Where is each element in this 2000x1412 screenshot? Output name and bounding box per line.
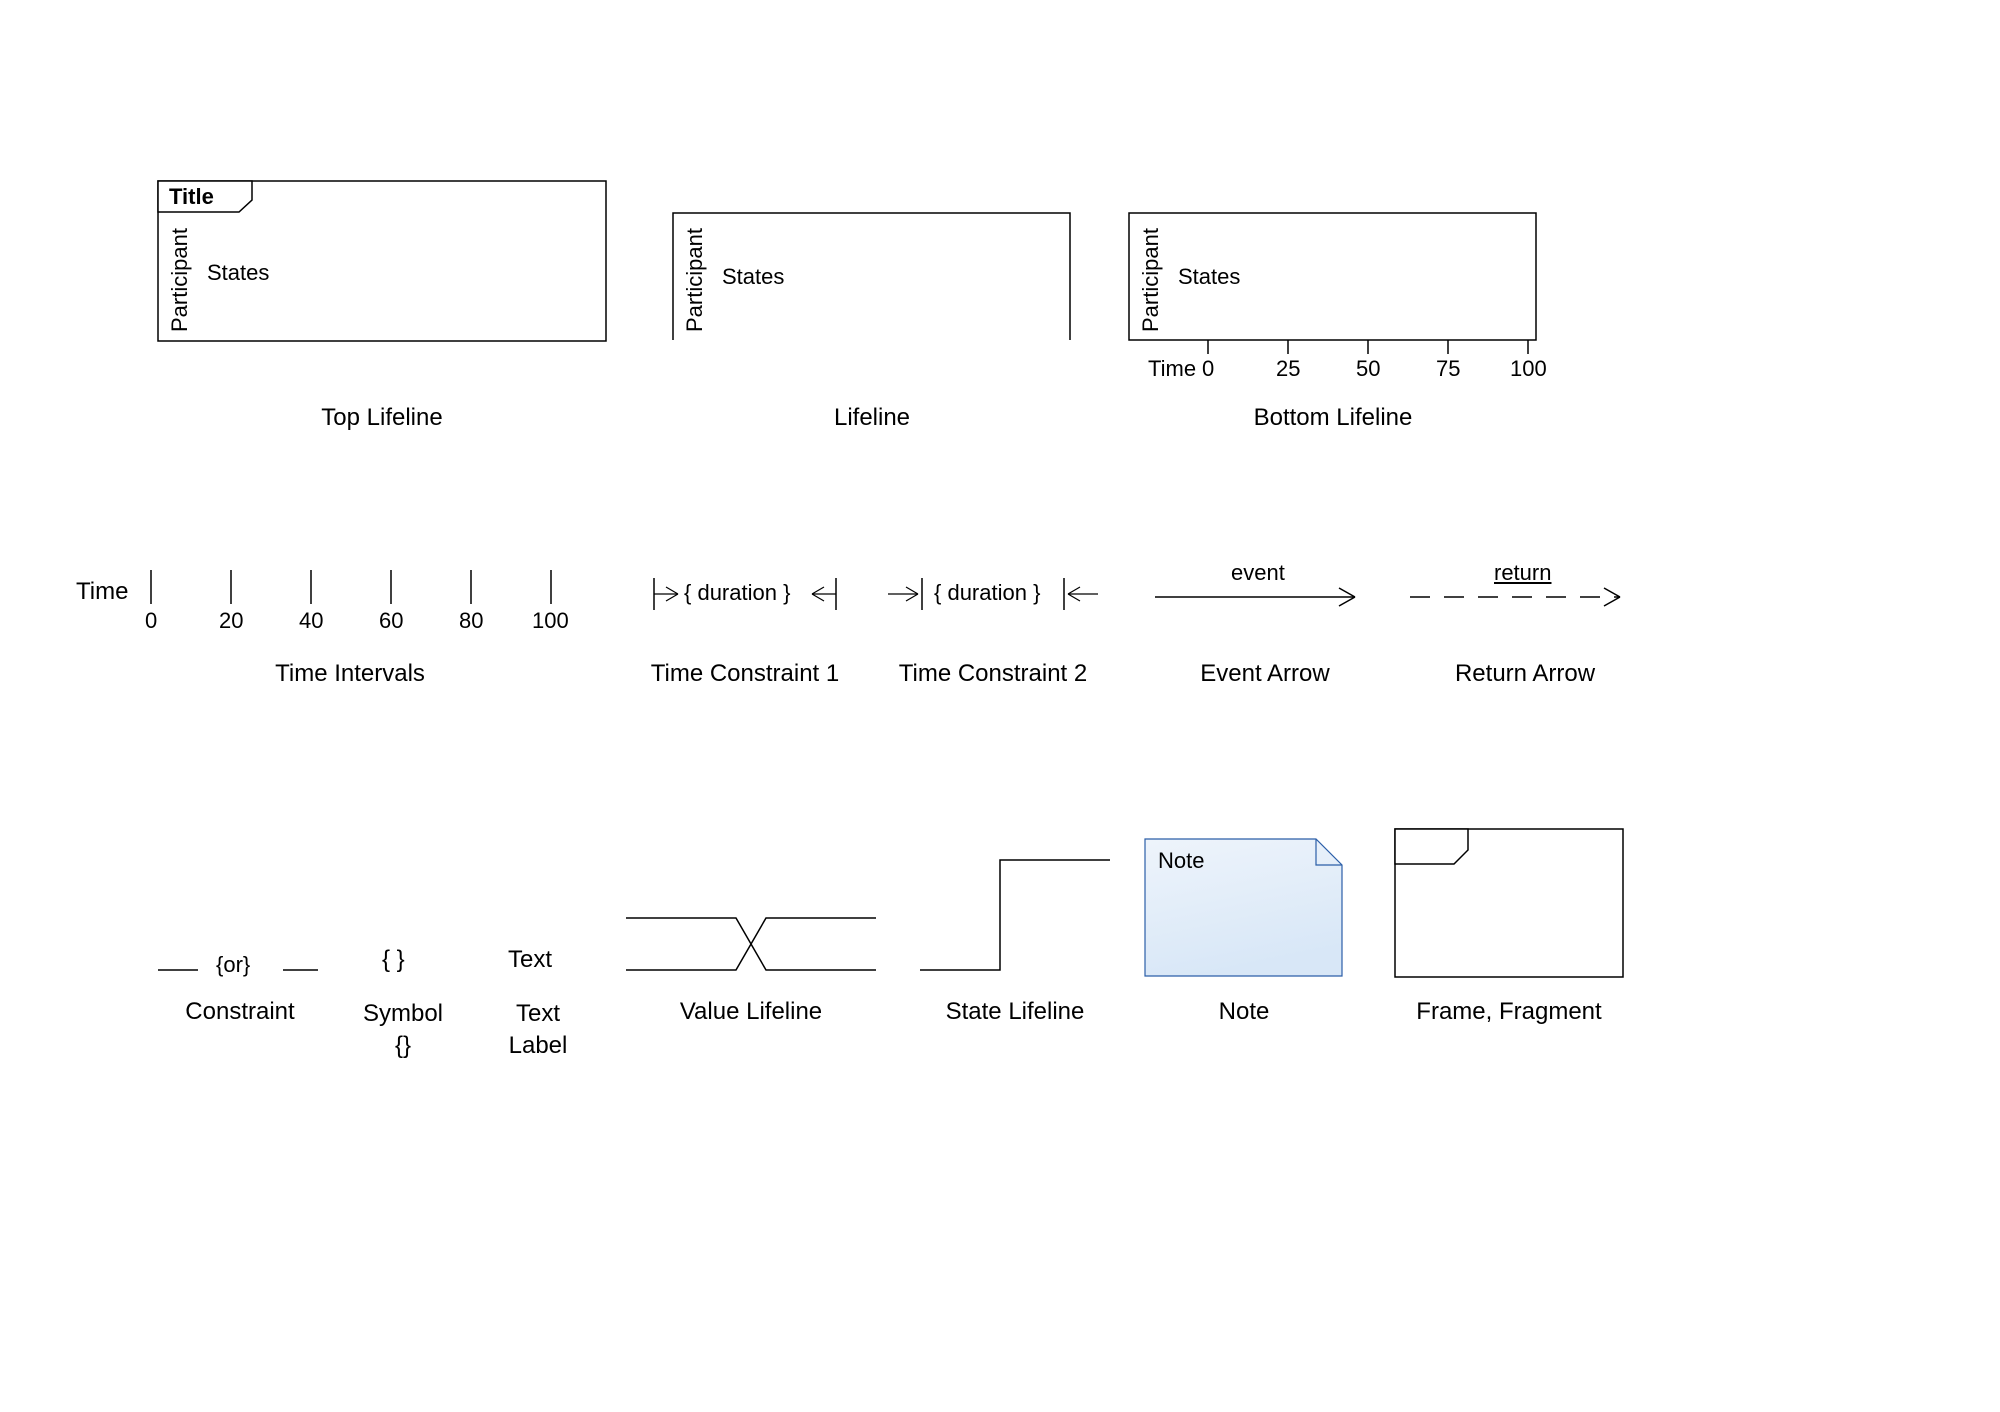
return-arrow-label: return (1494, 560, 1551, 586)
time-intervals-caption: Time Intervals (130, 660, 570, 688)
event-arrow-shape: event (1155, 562, 1375, 618)
time-intervals-shape: Time 0 20 40 60 80 100 (76, 560, 596, 646)
time-intervals-tick: 40 (299, 608, 323, 634)
bottom-lifeline-caption: Bottom Lifeline (1128, 404, 1538, 432)
event-arrow-label: event (1231, 560, 1285, 586)
constraint-shape: {or} (158, 950, 318, 986)
bottom-lifeline-participant: Participant (1138, 222, 1164, 332)
lifeline-shape: Participant States (672, 212, 1072, 348)
constraint-text: {or} (216, 952, 250, 978)
text-label-text: Text (508, 946, 552, 974)
return-arrow-caption: Return Arrow (1400, 660, 1650, 688)
tc2-text: { duration } (934, 580, 1040, 606)
time-intervals-tick: 80 (459, 608, 483, 634)
time-constraint-2-shape: { duration } (888, 574, 1098, 620)
bottom-lifeline-tick: 50 (1356, 356, 1380, 382)
lifeline-participant: Participant (682, 222, 708, 332)
lifeline-caption: Lifeline (672, 404, 1072, 432)
top-lifeline-caption: Top Lifeline (157, 404, 607, 432)
bottom-lifeline-time-label: Time (1148, 356, 1196, 382)
symbol-caption: Symbol{} (338, 998, 468, 1063)
top-lifeline-participant: Participant (167, 222, 193, 332)
state-lifeline-shape (920, 850, 1110, 986)
tc1-caption: Time Constraint 1 (620, 660, 870, 688)
time-constraint-1-shape: { duration } (650, 574, 840, 620)
bottom-lifeline-shape: Participant States Time 0 25 50 75 100 (1128, 212, 1538, 388)
value-lifeline-caption: Value Lifeline (616, 998, 886, 1026)
note-shape: Note (1144, 838, 1344, 984)
value-lifeline-shape (626, 910, 876, 986)
top-lifeline-shape: Title Participant States (157, 180, 607, 356)
bottom-lifeline-tick: 0 (1202, 356, 1214, 382)
frame-caption: Frame, Fragment (1374, 998, 1644, 1026)
bottom-lifeline-states: States (1178, 264, 1240, 290)
time-intervals-tick: 20 (219, 608, 243, 634)
state-lifeline-caption: State Lifeline (900, 998, 1130, 1026)
time-intervals-label: Time (76, 578, 128, 606)
return-arrow-shape: return (1410, 562, 1640, 618)
lifeline-states: States (722, 264, 784, 290)
top-lifeline-title: Title (169, 184, 214, 210)
tc1-text: { duration } (684, 580, 790, 606)
time-intervals-tick: 100 (532, 608, 569, 634)
time-intervals-tick: 0 (145, 608, 157, 634)
note-text: Note (1158, 848, 1204, 874)
top-lifeline-states: States (207, 260, 269, 286)
note-caption: Note (1144, 998, 1344, 1026)
tc2-caption: Time Constraint 2 (868, 660, 1118, 688)
time-intervals-tick: 60 (379, 608, 403, 634)
symbol-text: { } (382, 946, 405, 974)
text-label-caption: TextLabel (478, 998, 598, 1063)
frame-shape (1394, 828, 1624, 984)
bottom-lifeline-tick: 25 (1276, 356, 1300, 382)
bottom-lifeline-tick: 100 (1510, 356, 1547, 382)
bottom-lifeline-tick: 75 (1436, 356, 1460, 382)
constraint-caption: Constraint (145, 998, 335, 1026)
event-arrow-caption: Event Arrow (1145, 660, 1385, 688)
